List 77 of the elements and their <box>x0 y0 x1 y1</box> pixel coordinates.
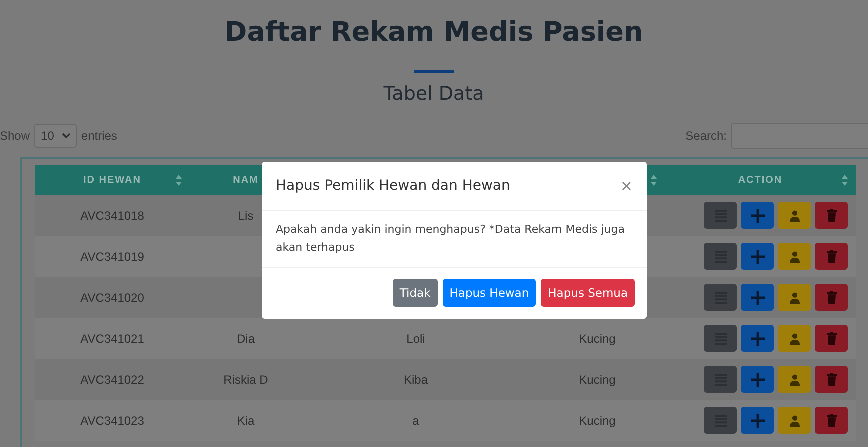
trash-icon <box>826 373 836 386</box>
detail-button[interactable] <box>704 366 737 393</box>
add-button[interactable] <box>741 366 774 393</box>
plus-icon <box>750 208 764 222</box>
table-cell: AVC341022 <box>80 372 144 386</box>
plus-icon <box>750 290 764 304</box>
detail-button[interactable] <box>704 202 737 229</box>
table-cell: AVC341018 <box>80 208 144 222</box>
owner-button[interactable] <box>778 325 811 352</box>
delete-button[interactable] <box>815 407 848 434</box>
add-button[interactable] <box>741 284 774 311</box>
table-cell: AVC341021 <box>80 332 144 346</box>
show-label: Show <box>0 129 30 143</box>
owner-button[interactable] <box>778 284 811 311</box>
add-button[interactable] <box>741 407 774 434</box>
owner-button[interactable] <box>778 407 811 434</box>
person-icon <box>790 292 800 304</box>
table-cell: Kucing <box>579 414 616 428</box>
detail-button[interactable] <box>704 325 737 352</box>
caret-icon <box>62 133 72 139</box>
trash-icon <box>826 332 836 345</box>
search-label: Search: <box>686 129 727 143</box>
delete-button[interactable] <box>815 325 848 352</box>
add-button[interactable] <box>741 243 774 270</box>
dialog-button[interactable]: Tidak <box>392 279 438 307</box>
owner-button[interactable] <box>778 243 811 270</box>
section-subtitle: Tabel Data <box>382 82 486 107</box>
table-cell: Kia <box>237 414 255 428</box>
plus-icon <box>750 332 764 346</box>
delete-button[interactable] <box>815 366 848 393</box>
plus-icon <box>750 372 764 386</box>
table-cell: AVC341020 <box>80 290 144 304</box>
owner-button[interactable] <box>778 202 811 229</box>
trash-icon <box>826 250 836 263</box>
table-cell: Kucing <box>579 332 616 346</box>
close-button[interactable]: × <box>620 177 633 195</box>
detail-button[interactable] <box>704 243 737 270</box>
person-icon <box>790 332 800 344</box>
column-header[interactable]: ACTION <box>738 174 783 186</box>
detail-button[interactable] <box>704 407 737 434</box>
table-cell: a <box>412 414 420 428</box>
sort-icon[interactable] <box>176 175 182 186</box>
table-cell: Riskia D <box>224 372 268 386</box>
table-cell: AVC341019 <box>80 250 144 264</box>
table-cell: Lis <box>238 208 254 222</box>
entries-label: entries <box>81 129 118 143</box>
person-icon <box>790 250 800 262</box>
sort-icon[interactable] <box>651 175 657 186</box>
table-cell: Kucing <box>579 372 616 386</box>
trash-icon <box>826 414 836 427</box>
entries-select[interactable]: 10 <box>34 124 78 148</box>
dialog-title: Hapus Pemilik Hewan dan Hewan <box>276 178 510 194</box>
dialog-button[interactable]: Hapus Hewan <box>442 279 536 307</box>
owner-button[interactable] <box>778 366 811 393</box>
table-cell: Dia <box>236 332 255 346</box>
table-cell: Loli <box>406 332 426 346</box>
delete-button[interactable] <box>815 284 848 311</box>
column-header[interactable]: ID HEWAN <box>84 174 142 186</box>
delete-button[interactable] <box>815 202 848 229</box>
trash-icon <box>826 291 836 304</box>
person-icon <box>790 374 800 386</box>
sort-icon[interactable] <box>842 175 848 186</box>
detail-button[interactable] <box>704 284 737 311</box>
page-title: Daftar Rekam Medis Pasien <box>224 16 644 50</box>
dialog-button[interactable]: Hapus Semua <box>541 279 635 307</box>
plus-icon <box>750 250 764 264</box>
dialog-message: Apakah anda yakin ingin menghapus? *Data Rekam Medis juga akan terhapus <box>276 222 626 256</box>
trash-icon <box>826 209 836 222</box>
table-cell: AVC341023 <box>80 414 144 428</box>
delete-button[interactable] <box>815 243 848 270</box>
person-icon <box>790 210 800 222</box>
add-button[interactable] <box>741 325 774 352</box>
person-icon <box>790 414 800 426</box>
table-cell: Kiba <box>404 372 428 386</box>
column-header[interactable]: NAM <box>233 174 259 186</box>
plus-icon <box>750 414 764 428</box>
add-button[interactable] <box>741 202 774 229</box>
